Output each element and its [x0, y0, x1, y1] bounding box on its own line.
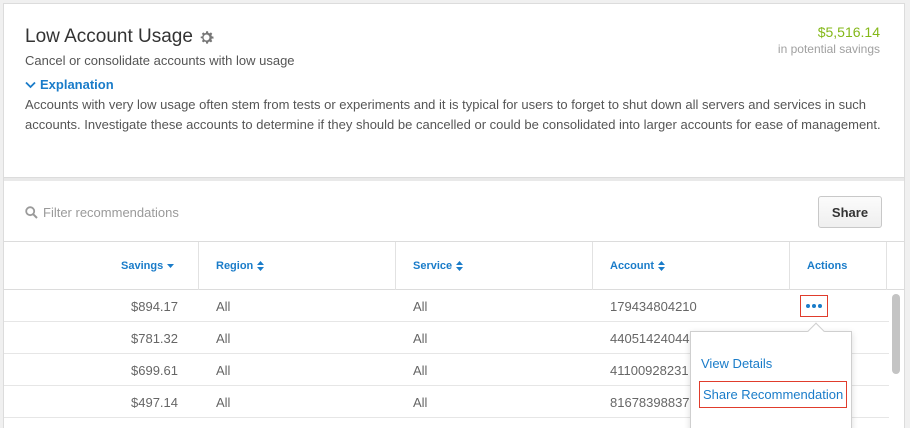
- sort-icon: [456, 261, 464, 271]
- savings-amount: $5,516.14: [817, 24, 880, 40]
- cell-account: 41100928231: [610, 362, 689, 378]
- share-button[interactable]: Share: [818, 196, 882, 228]
- cell-service: All: [413, 394, 428, 410]
- cell-savings: $781.32: [131, 330, 178, 346]
- column-divider: [198, 242, 199, 290]
- explanation-toggle[interactable]: Explanation: [25, 77, 114, 92]
- column-label-account: Account: [610, 260, 654, 272]
- gear-icon[interactable]: [198, 29, 215, 46]
- column-label-actions: Actions: [807, 260, 848, 272]
- filter-input[interactable]: [43, 201, 443, 223]
- page-subtitle: Cancel or consolidate accounts with low …: [25, 53, 295, 68]
- share-recommendation-menu-item[interactable]: Share Recommendation: [699, 381, 847, 408]
- cell-service: All: [413, 298, 428, 314]
- row-actions-menu: View Details Share Recommendation: [690, 322, 852, 428]
- column-header-savings[interactable]: Savings: [121, 242, 175, 290]
- more-icon: [812, 304, 816, 308]
- view-details-menu-item[interactable]: View Details: [701, 356, 772, 371]
- search-icon: [25, 206, 38, 219]
- table-header: Savings Region Service Account Actions: [4, 242, 904, 290]
- column-divider: [395, 242, 396, 290]
- more-icon: [818, 304, 822, 308]
- cell-region: All: [216, 362, 231, 378]
- column-divider: [592, 242, 593, 290]
- cell-region: All: [216, 394, 231, 410]
- column-divider: [886, 242, 887, 290]
- explanation-text: Accounts with very low usage often stem …: [25, 97, 881, 132]
- cell-account: 44051424044: [610, 330, 690, 346]
- column-label-region: Region: [216, 260, 254, 272]
- page-title: Low Account Usage: [25, 26, 193, 47]
- cell-service: All: [413, 362, 428, 378]
- title-row: Low Account Usage: [25, 26, 215, 48]
- column-header-actions: Actions: [807, 242, 847, 290]
- scrollbar-thumb[interactable]: [892, 294, 900, 374]
- recommendation-panel: Low Account Usage Cancel or consolidate …: [3, 3, 905, 428]
- savings-label: in potential savings: [777, 42, 880, 56]
- row-actions-button[interactable]: [800, 295, 828, 317]
- cell-savings: $497.14: [131, 394, 178, 410]
- column-divider: [789, 242, 790, 290]
- chevron-down-icon: [25, 81, 36, 88]
- sort-icon: [257, 261, 265, 271]
- recommendation-header: Low Account Usage Cancel or consolidate …: [4, 4, 904, 177]
- sort-desc-icon: [167, 264, 175, 268]
- column-header-account[interactable]: Account: [610, 242, 665, 290]
- cell-account: 179434804210: [610, 298, 697, 314]
- cell-service: All: [413, 330, 428, 346]
- cell-region: All: [216, 330, 231, 346]
- table-scrollbar[interactable]: [892, 291, 900, 428]
- table-row: $894.17 All All 179434804210: [4, 290, 889, 322]
- column-label-savings: Savings: [121, 260, 164, 272]
- cell-savings: $699.61: [131, 362, 178, 378]
- column-header-region[interactable]: Region: [216, 242, 265, 290]
- cell-savings: $894.17: [131, 298, 178, 314]
- sort-icon: [658, 261, 665, 271]
- explanation-label: Explanation: [40, 77, 114, 92]
- column-header-service[interactable]: Service: [413, 242, 464, 290]
- cell-region: All: [216, 298, 231, 314]
- more-icon: [806, 304, 810, 308]
- cell-account: 81678398837: [610, 394, 690, 410]
- filter-bar: Share: [4, 181, 904, 242]
- column-label-service: Service: [413, 260, 453, 272]
- potential-savings: $5,516.14 in potential savings: [778, 24, 880, 56]
